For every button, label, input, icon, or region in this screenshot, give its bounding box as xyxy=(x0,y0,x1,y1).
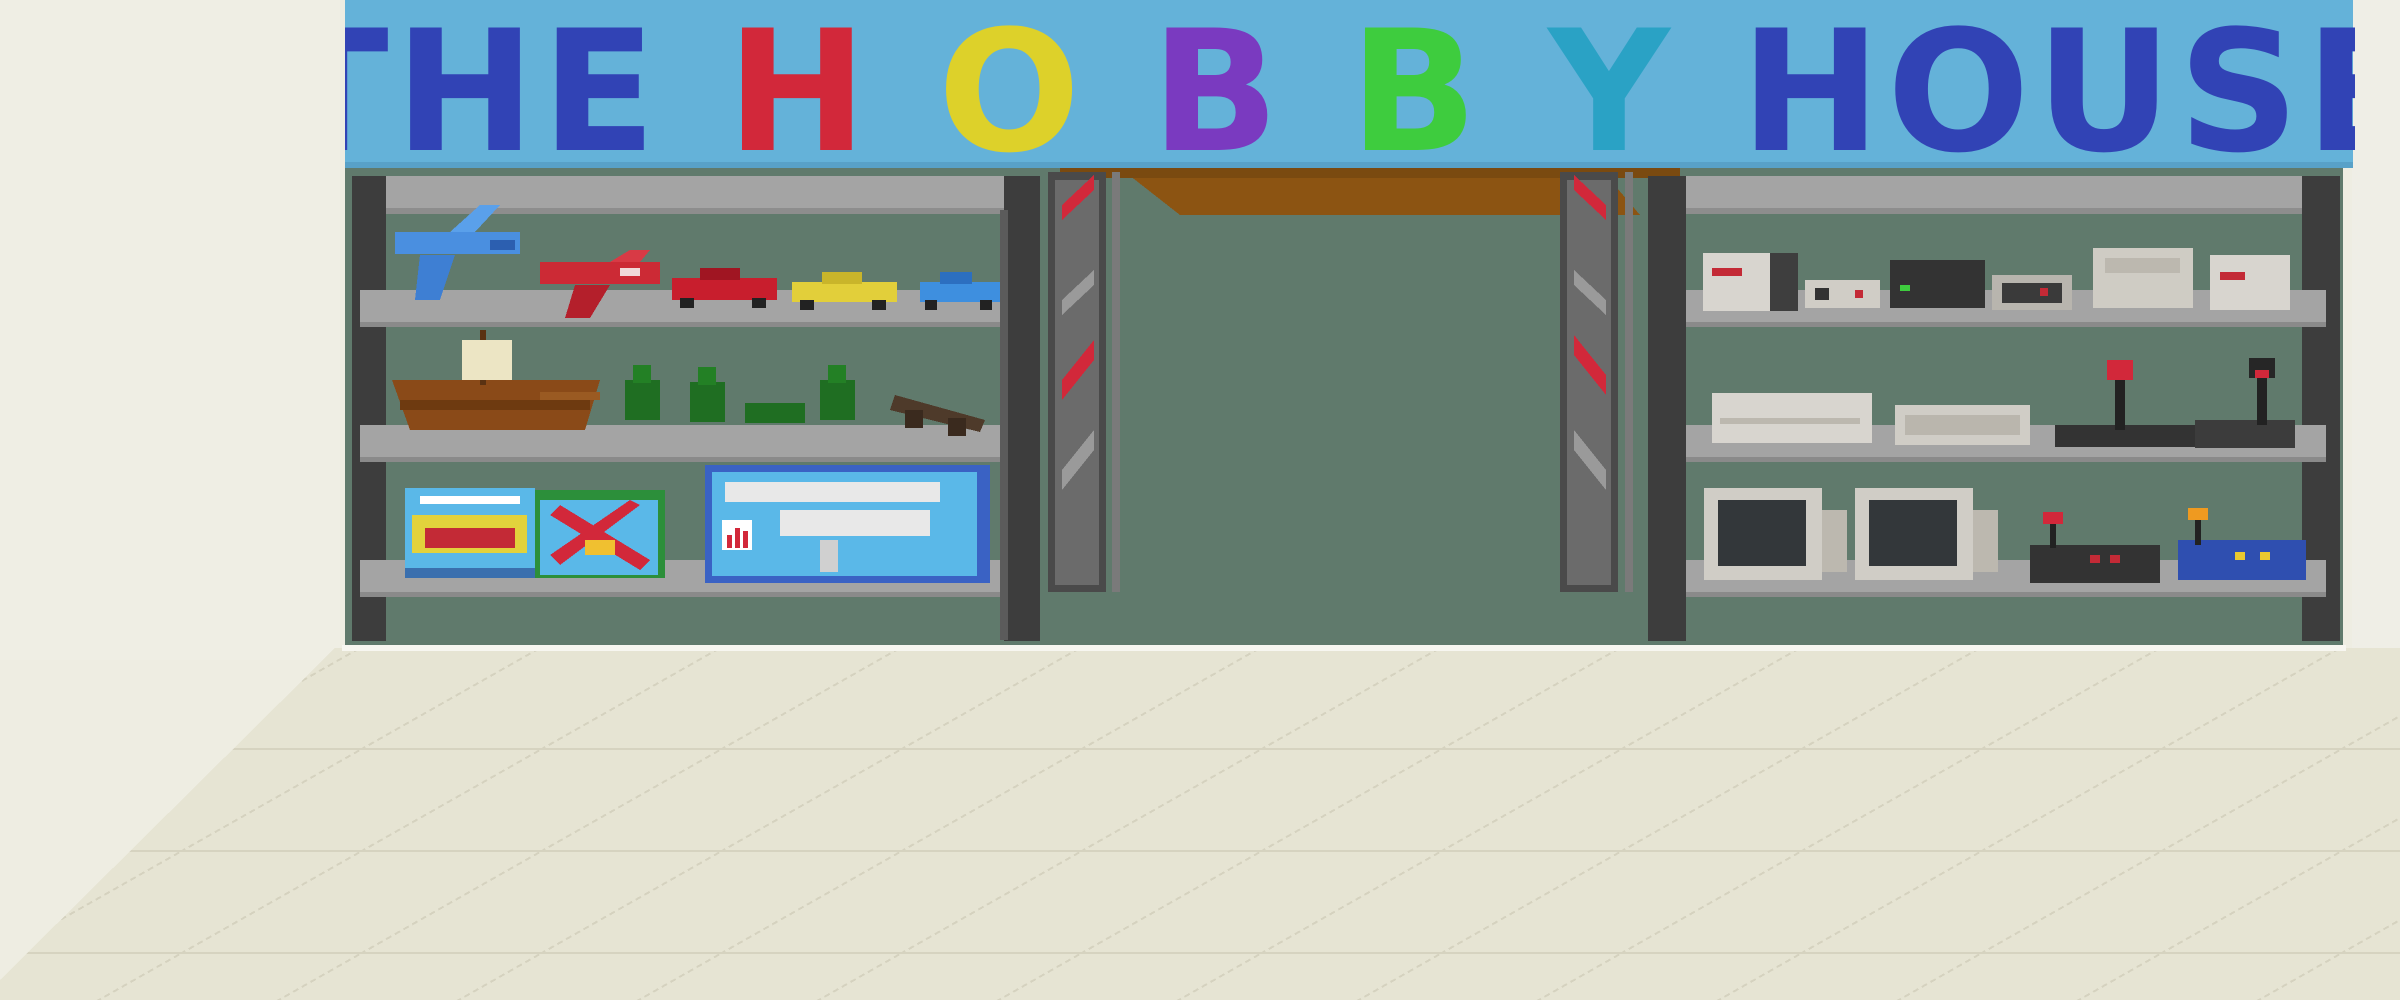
left-wall-edge xyxy=(0,0,340,660)
boxed-biplane-kit xyxy=(535,490,665,578)
sign-letter-b1: B xyxy=(1151,0,1285,168)
sign-letter-h: H xyxy=(727,0,874,168)
sign-letter-y: Y xyxy=(1546,0,1676,168)
tiled-floor xyxy=(0,648,2400,1000)
boxed-airplane-model xyxy=(705,465,990,583)
sign-word-house: HOUSE xyxy=(1740,0,2355,168)
sign-text-line: THE H O B B Y HOUSE xyxy=(345,0,2355,168)
store-sign-title: THE H O B B Y HOUSE xyxy=(345,0,2355,168)
boxed-car-kit xyxy=(405,488,535,578)
storefront-base xyxy=(342,645,2346,651)
sign-letter-b2: B xyxy=(1350,0,1484,168)
sign-word-the: THE xyxy=(345,0,662,168)
sign-letter-o: O xyxy=(938,0,1087,168)
wall-column xyxy=(2352,0,2400,660)
